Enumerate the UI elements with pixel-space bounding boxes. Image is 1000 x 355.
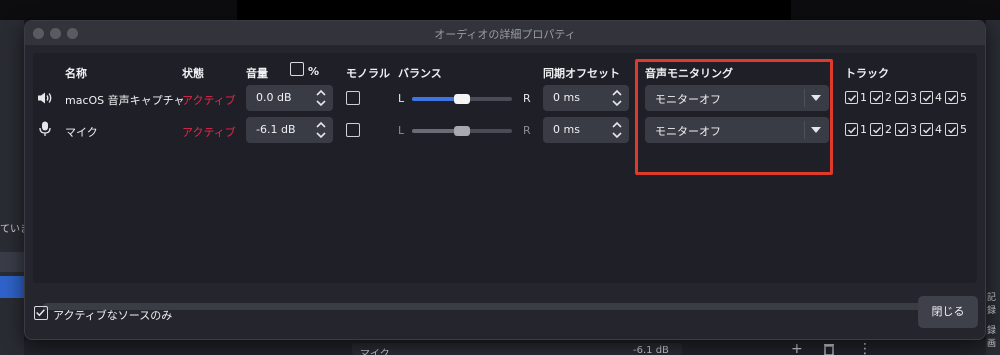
track-4-checkbox[interactable]: 4	[920, 91, 942, 104]
volume-value: -6.1 dB	[256, 123, 296, 136]
column-header-mono: モノラル	[346, 67, 390, 80]
sync-offset-value: 0 ms	[553, 91, 580, 104]
sync-offset-input[interactable]: 0 ms	[543, 85, 629, 111]
background-left-row	[0, 252, 24, 272]
volume-stepper-icon[interactable]	[315, 119, 327, 141]
more-icon[interactable]: ⋮	[858, 341, 872, 355]
track-label: 5	[960, 91, 967, 104]
balance-slider-thumb[interactable]	[454, 126, 470, 136]
background-right-text-2: 録画	[987, 326, 997, 349]
balance-slider[interactable]	[412, 94, 512, 104]
mono-checkbox[interactable]	[346, 91, 360, 105]
column-header-tracks: トラック	[845, 67, 889, 80]
track-checkboxes: 1 2 3 4 5	[845, 123, 967, 136]
column-header-percent: %	[308, 65, 320, 78]
balance-left-label: L	[398, 92, 405, 105]
track-label: 5	[960, 123, 967, 136]
background-left-selected-row	[0, 276, 24, 298]
status-badge: アクティブ	[182, 126, 236, 139]
column-header-sync-offset: 同期オフセット	[543, 67, 620, 80]
sync-offset-stepper-icon[interactable]	[611, 119, 623, 141]
track-label: 2	[885, 123, 892, 136]
source-name: macOS 音声キャプチャ	[65, 94, 185, 107]
track-2-checkbox[interactable]: 2	[870, 91, 892, 104]
trash-icon[interactable]	[822, 342, 836, 355]
monitoring-column-highlight	[635, 59, 833, 175]
column-header-volume: 音量	[246, 67, 268, 80]
track-4-checkbox[interactable]: 4	[920, 123, 942, 136]
volume-stepper-icon[interactable]	[315, 87, 327, 109]
microphone-icon	[39, 121, 51, 140]
background-preview	[237, 0, 791, 20]
track-5-checkbox[interactable]: 5	[945, 91, 967, 104]
horizontal-scrollbar[interactable]	[43, 303, 963, 310]
track-3-checkbox[interactable]: 3	[895, 123, 917, 136]
sync-offset-stepper-icon[interactable]	[611, 87, 623, 109]
track-5-checkbox[interactable]: 5	[945, 123, 967, 136]
track-label: 1	[860, 123, 867, 136]
track-1-checkbox[interactable]: 1	[845, 91, 867, 104]
track-label: 2	[885, 91, 892, 104]
background-right-text-1: 記録	[987, 293, 997, 316]
volume-input[interactable]: -6.1 dB	[246, 117, 333, 143]
track-3-checkbox[interactable]: 3	[895, 91, 917, 104]
active-sources-only-label: アクティブなソースのみ	[53, 309, 173, 322]
column-header-balance: バランス	[398, 67, 442, 80]
close-button[interactable]: 閉じる	[918, 296, 978, 328]
column-header-name: 名称	[65, 67, 87, 80]
track-2-checkbox[interactable]: 2	[870, 123, 892, 136]
balance-slider[interactable]	[412, 126, 512, 136]
background-left-panel	[0, 20, 24, 355]
volume-input[interactable]: 0.0 dB	[246, 85, 333, 111]
plus-icon[interactable]: +	[791, 341, 803, 355]
advanced-audio-properties-dialog: オーディオの詳細プロパティ 名称 状態 音量 % モノラル バランス 同期オフセ…	[24, 20, 986, 340]
status-badge: アクティブ	[182, 94, 236, 107]
mono-checkbox[interactable]	[346, 123, 360, 137]
sync-offset-value: 0 ms	[553, 123, 580, 136]
balance-right-label: R	[523, 124, 531, 137]
active-sources-only-checkbox[interactable]	[34, 306, 48, 320]
track-label: 4	[935, 123, 942, 136]
balance-left-label: L	[398, 124, 405, 137]
track-label: 4	[935, 91, 942, 104]
background-mixer-value: -6.1 dB	[633, 345, 669, 355]
sync-offset-input[interactable]: 0 ms	[543, 117, 629, 143]
title-bar: オーディオの詳細プロパティ	[25, 21, 985, 45]
dialog-title: オーディオの詳細プロパティ	[434, 28, 576, 41]
track-label: 3	[910, 91, 917, 104]
balance-right-label: R	[523, 92, 531, 105]
source-name: マイク	[65, 126, 98, 139]
track-label: 3	[910, 123, 917, 136]
column-header-status: 状態	[182, 67, 204, 80]
track-checkboxes: 1 2 3 4 5	[845, 91, 967, 104]
background-mixer-label: マイク	[360, 349, 390, 355]
speaker-icon	[37, 91, 53, 108]
volume-value: 0.0 dB	[256, 91, 292, 104]
track-1-checkbox[interactable]: 1	[845, 123, 867, 136]
balance-slider-thumb[interactable]	[454, 94, 470, 104]
percent-toggle-checkbox[interactable]	[290, 62, 304, 76]
audio-sources-table	[33, 53, 977, 310]
track-label: 1	[860, 91, 867, 104]
